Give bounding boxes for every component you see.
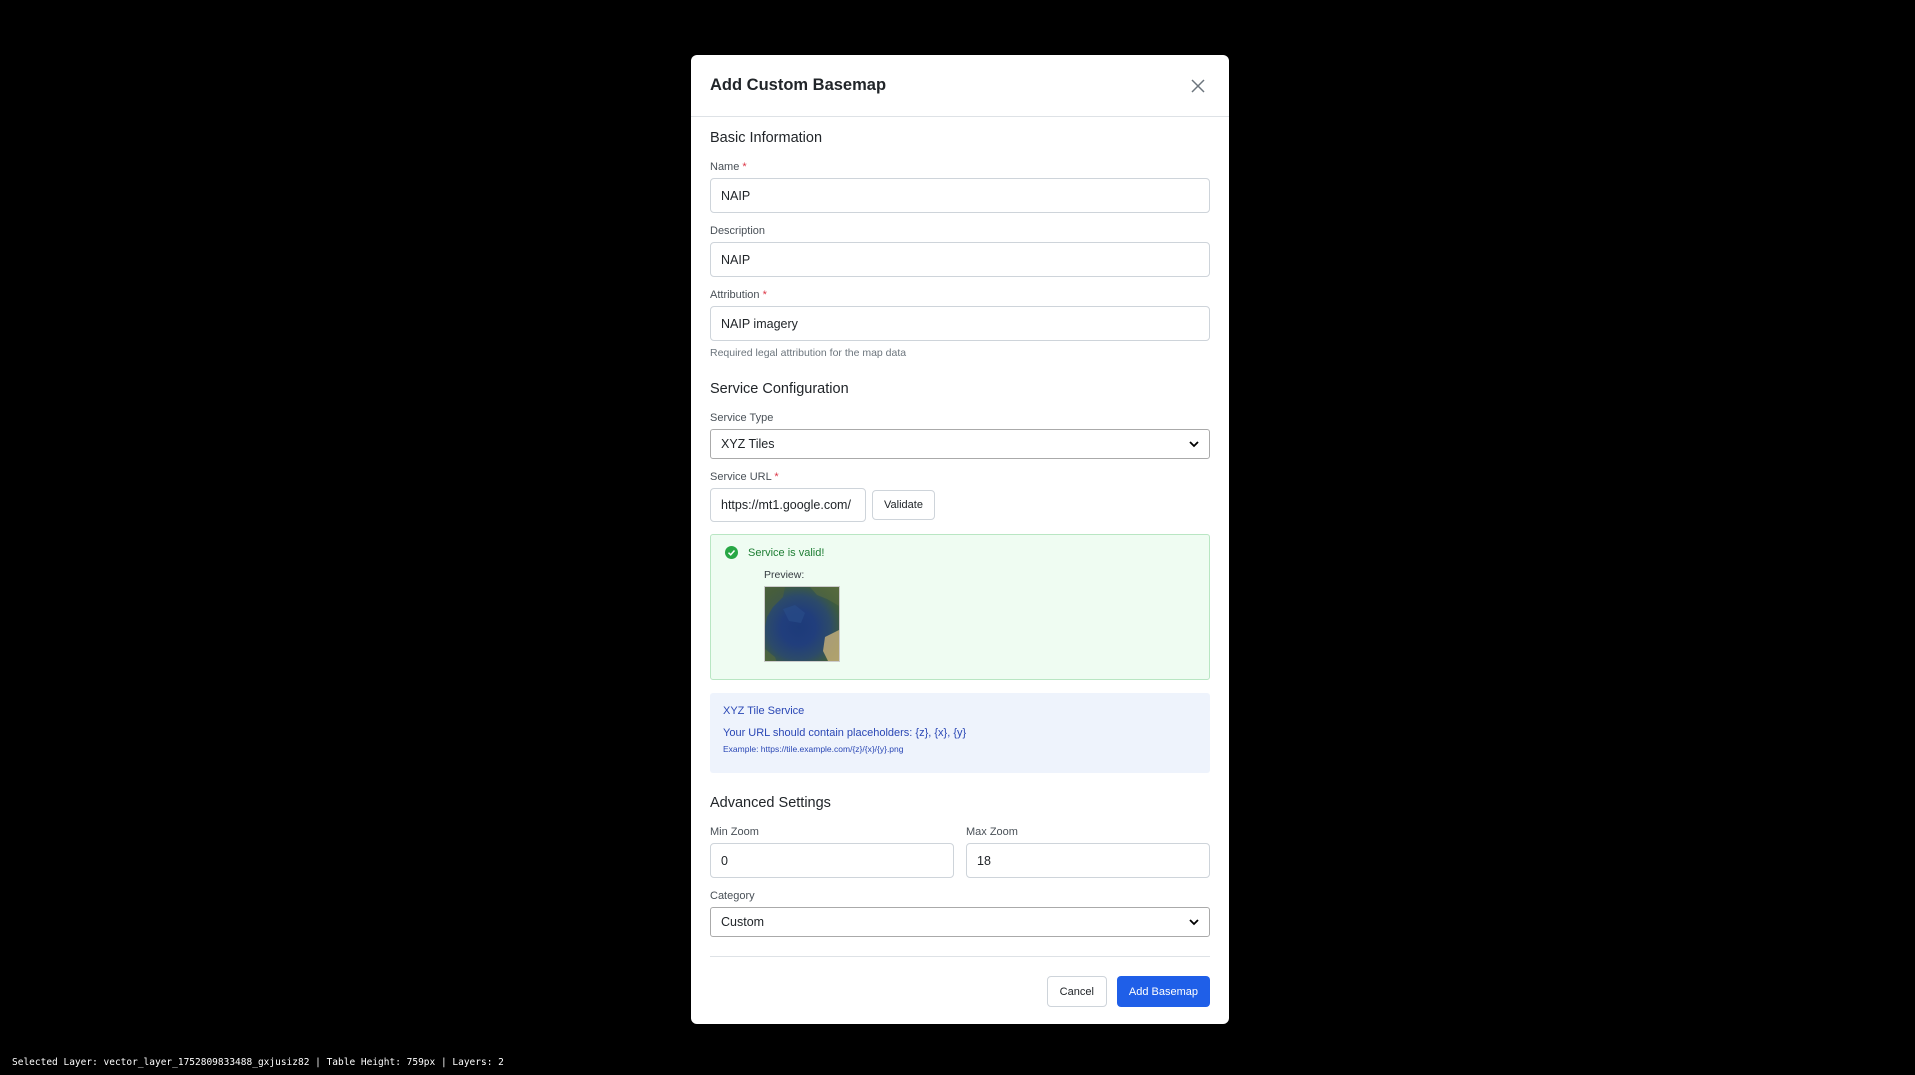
name-label: Name * <box>710 161 1210 173</box>
preview-image <box>764 586 840 662</box>
section-title-basic: Basic Information <box>710 130 823 146</box>
modal-footer: Cancel Add Basemap <box>710 957 1210 1007</box>
service-url-field-group: Service URL * https://mt1.google.com/ Va… <box>710 471 1210 522</box>
service-url-row: https://mt1.google.com/ Validate <box>710 488 1210 522</box>
category-label: Category <box>710 890 755 902</box>
service-url-label: Service URL * <box>710 471 1210 483</box>
info-example: Example: https://tile.example.com/{z}/{x… <box>723 744 904 754</box>
info-title: XYZ Tile Service <box>723 705 805 717</box>
name-label-text: Name <box>710 161 740 173</box>
xyz-info-box: XYZ Tile Service Your URL should contain… <box>710 693 1210 773</box>
service-url-label-text: Service URL <box>710 471 772 483</box>
min-zoom-label: Min Zoom <box>710 826 759 838</box>
chevron-down-icon <box>1189 440 1199 447</box>
name-field-group: Name * NAIP <box>710 161 1210 213</box>
description-input[interactable]: NAIP <box>710 242 1210 277</box>
service-type-label: Service Type <box>710 412 774 424</box>
valid-message: Service is valid! <box>748 546 825 559</box>
name-input[interactable]: NAIP <box>710 178 1210 213</box>
min-zoom-field-group: Min Zoom 0 <box>710 826 954 878</box>
modal-body: Basic Information Name * NAIP Descriptio… <box>691 117 1229 1007</box>
status-bar: Selected Layer: vector_layer_17528098334… <box>12 1057 504 1068</box>
modal-title: Add Custom Basemap <box>710 76 887 94</box>
valid-status: Service is valid! <box>725 546 1195 559</box>
map-preview-graphic <box>765 587 839 661</box>
attribution-label: Attribution * <box>710 289 1210 301</box>
modal-header: Add Custom Basemap <box>691 55 1229 117</box>
attribution-field-group: Attribution * NAIP imagery Required lega… <box>710 289 1210 359</box>
validation-result: Service is valid! Preview: <box>710 534 1210 680</box>
section-title-service: Service Configuration <box>710 381 849 397</box>
description-label: Description <box>710 225 766 237</box>
category-field-group: Category Custom <box>710 890 1210 937</box>
preview-label: Preview: <box>764 569 805 581</box>
category-select[interactable]: Custom <box>710 907 1210 937</box>
close-icon <box>1191 78 1205 93</box>
description-field-group: Description NAIP <box>710 225 1210 277</box>
service-type-value: XYZ Tiles <box>721 437 775 451</box>
chevron-down-icon <box>1189 918 1199 925</box>
required-mark: * <box>762 289 767 301</box>
service-type-field-group: Service Type XYZ Tiles <box>710 412 1210 459</box>
section-title-advanced: Advanced Settings <box>710 795 831 811</box>
add-basemap-button[interactable]: Add Basemap <box>1116 976 1210 1007</box>
attribution-input[interactable]: NAIP imagery <box>710 306 1210 341</box>
category-value: Custom <box>721 915 765 929</box>
max-zoom-field-group: Max Zoom 18 <box>966 826 1210 878</box>
validate-button[interactable]: Validate <box>872 490 935 520</box>
cancel-button[interactable]: Cancel <box>1046 976 1107 1007</box>
service-url-input[interactable]: https://mt1.google.com/ <box>710 488 866 522</box>
service-type-select[interactable]: XYZ Tiles <box>710 429 1210 459</box>
required-mark: * <box>742 161 747 173</box>
close-button[interactable] <box>1186 74 1210 98</box>
max-zoom-label: Max Zoom <box>966 826 1018 838</box>
info-text: Your URL should contain placeholders: {z… <box>723 727 967 739</box>
required-mark: * <box>774 471 779 483</box>
zoom-row: Min Zoom 0 Max Zoom 18 <box>710 826 1210 890</box>
max-zoom-input[interactable]: 18 <box>966 843 1210 878</box>
attribution-label-text: Attribution <box>710 289 760 301</box>
attribution-help: Required legal attribution for the map d… <box>710 347 907 359</box>
add-basemap-modal: Add Custom Basemap Basic Information Nam… <box>691 55 1229 1024</box>
check-circle-icon <box>725 546 738 559</box>
min-zoom-input[interactable]: 0 <box>710 843 954 878</box>
